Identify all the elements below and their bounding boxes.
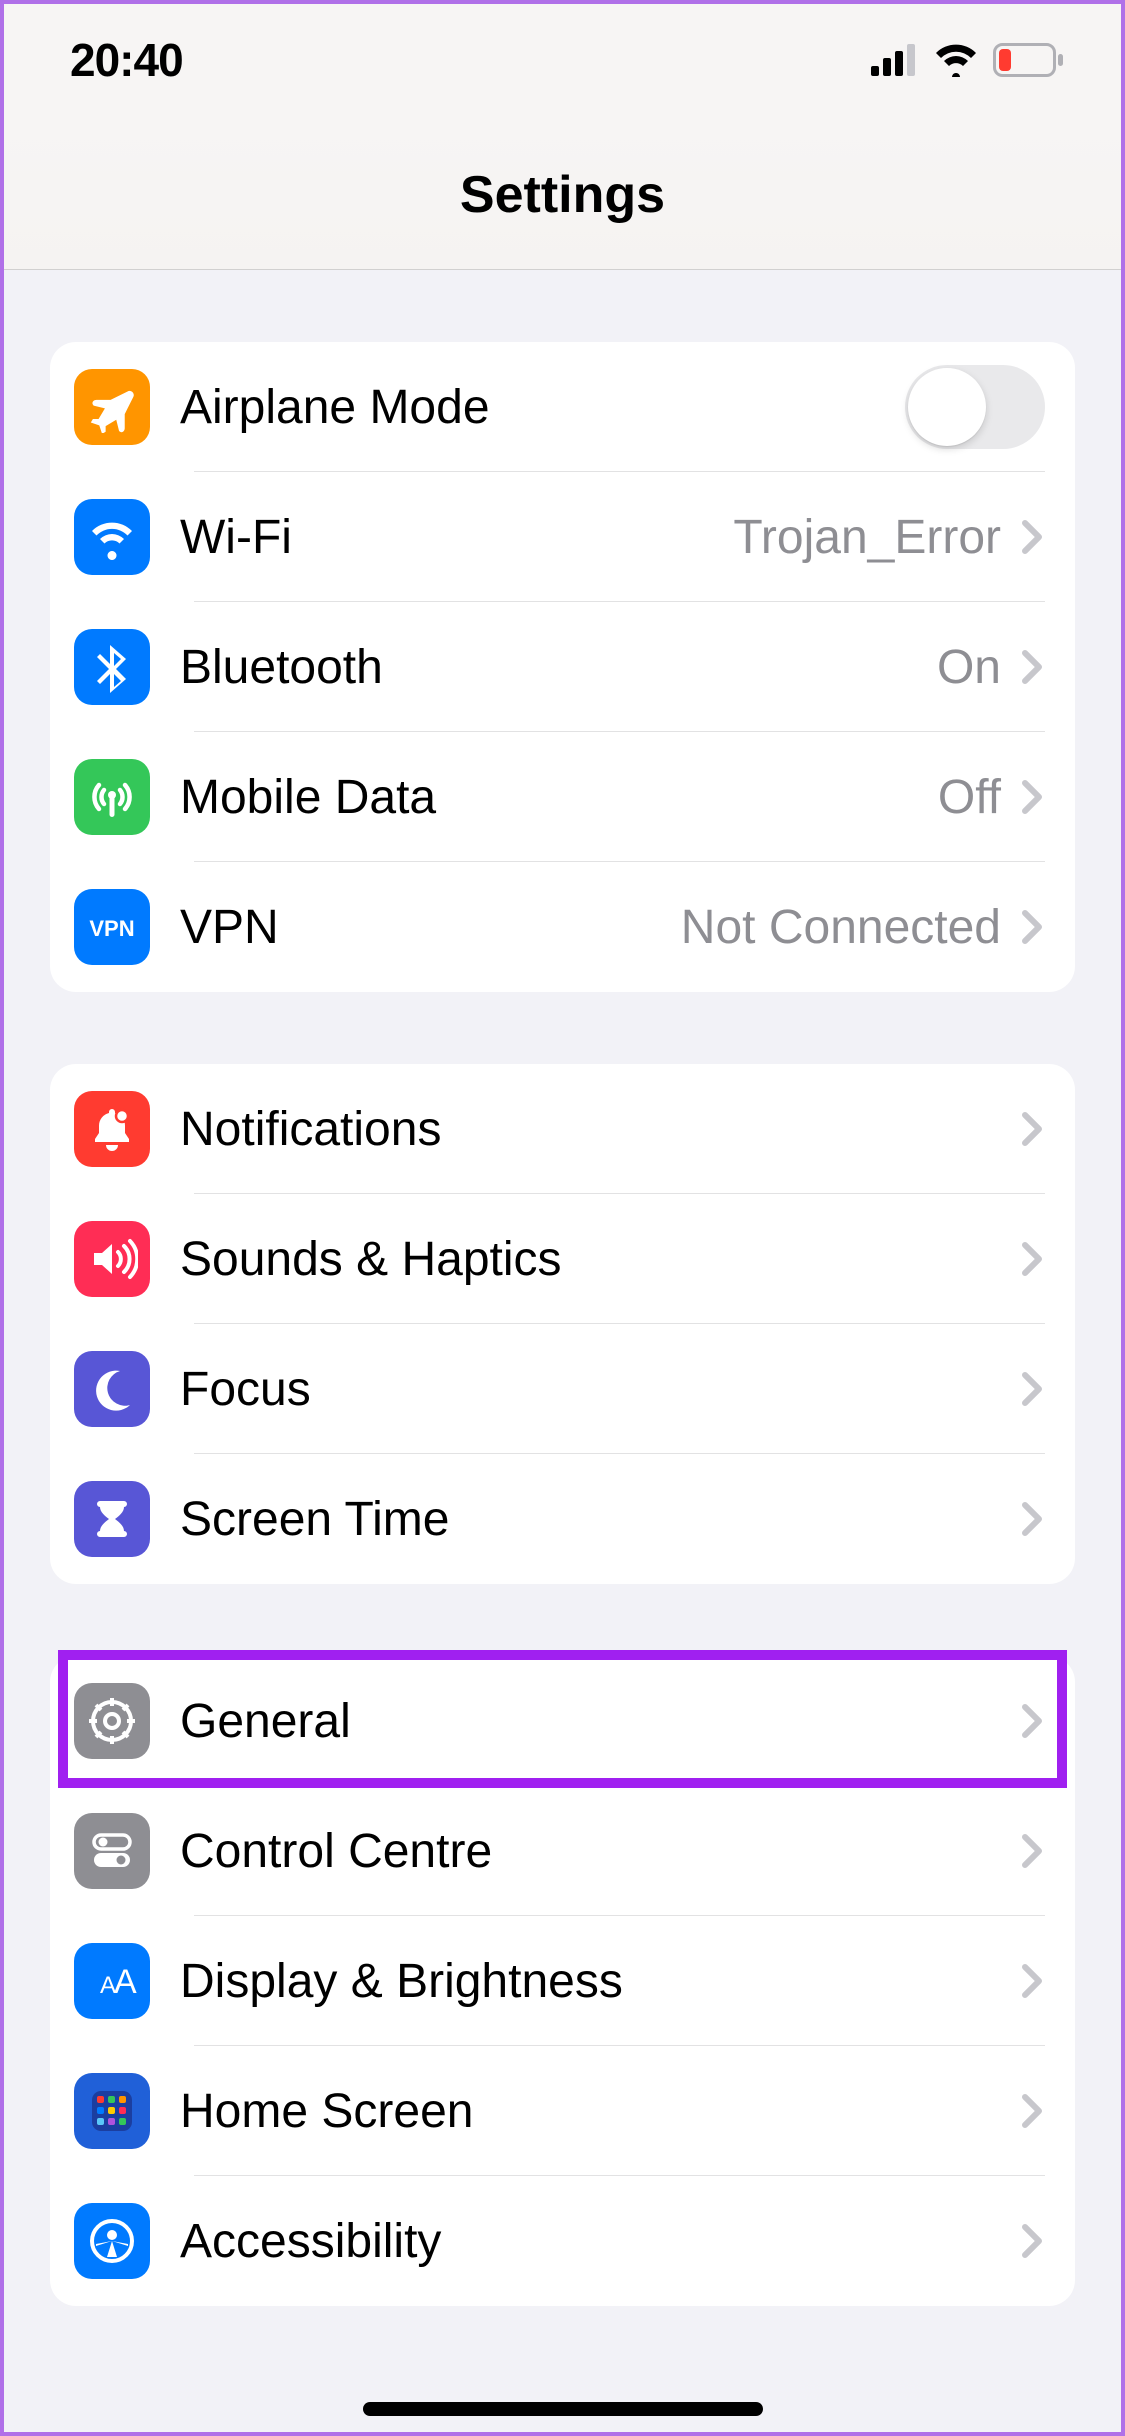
chevron-right-icon bbox=[1019, 517, 1045, 557]
hourglass-icon bbox=[74, 1481, 150, 1557]
svg-text:VPN: VPN bbox=[89, 916, 134, 941]
chevron-right-icon bbox=[1019, 2091, 1045, 2131]
row-label: Home Screen bbox=[180, 2084, 1019, 2139]
settings-row-display[interactable]: AA Display & Brightness bbox=[50, 1916, 1075, 2046]
chevron-right-icon bbox=[1019, 1499, 1045, 1539]
textsize-icon: AA bbox=[74, 1943, 150, 2019]
row-value: Trojan_Error bbox=[733, 510, 1001, 565]
row-label: Wi-Fi bbox=[180, 510, 733, 565]
antenna-icon bbox=[74, 759, 150, 835]
row-label: VPN bbox=[180, 900, 681, 955]
row-label: Control Centre bbox=[180, 1824, 1019, 1879]
bluetooth-icon bbox=[74, 629, 150, 705]
settings-group: General Control Centre AA Display & Brightn… bbox=[50, 1656, 1075, 2306]
grid-icon bbox=[74, 2073, 150, 2149]
chevron-right-icon bbox=[1019, 1701, 1045, 1741]
wifi-icon bbox=[74, 499, 150, 575]
row-label: Accessibility bbox=[180, 2214, 1019, 2269]
speaker-icon bbox=[74, 1221, 150, 1297]
chevron-right-icon bbox=[1019, 1239, 1045, 1279]
row-label: Screen Time bbox=[180, 1492, 1019, 1547]
row-label: Mobile Data bbox=[180, 770, 938, 825]
settings-row-notifications[interactable]: Notifications bbox=[50, 1064, 1075, 1194]
row-label: Focus bbox=[180, 1362, 1019, 1417]
page-title: Settings bbox=[460, 165, 665, 225]
settings-row-bluetooth[interactable]: BluetoothOn bbox=[50, 602, 1075, 732]
settings-row-controlcentre[interactable]: Control Centre bbox=[50, 1786, 1075, 1916]
toggles-icon bbox=[74, 1813, 150, 1889]
row-value: Not Connected bbox=[681, 900, 1001, 955]
toggle-airplane[interactable] bbox=[905, 365, 1045, 449]
chevron-right-icon bbox=[1019, 1369, 1045, 1409]
battery-low-icon bbox=[993, 43, 1065, 77]
settings-group: Airplane ModeWi-FiTrojan_ErrorBluetoothO… bbox=[50, 342, 1075, 992]
status-bar: 20:40 bbox=[0, 0, 1125, 120]
bell-icon bbox=[74, 1091, 150, 1167]
settings-row-screentime[interactable]: Screen Time bbox=[50, 1454, 1075, 1584]
status-time: 20:40 bbox=[70, 33, 183, 87]
svg-text:A: A bbox=[114, 1963, 137, 2001]
settings-row-homescreen[interactable]: Home Screen bbox=[50, 2046, 1075, 2176]
chevron-right-icon bbox=[1019, 1109, 1045, 1149]
chevron-right-icon bbox=[1019, 647, 1045, 687]
row-label: Bluetooth bbox=[180, 640, 937, 695]
row-label: Airplane Mode bbox=[180, 380, 905, 435]
chevron-right-icon bbox=[1019, 2221, 1045, 2261]
settings-row-sounds[interactable]: Sounds & Haptics bbox=[50, 1194, 1075, 1324]
home-indicator[interactable] bbox=[363, 2402, 763, 2416]
row-value: Off bbox=[938, 770, 1001, 825]
gear-icon bbox=[74, 1683, 150, 1759]
moon-icon bbox=[74, 1351, 150, 1427]
nav-bar: Settings bbox=[0, 120, 1125, 270]
row-label: Notifications bbox=[180, 1102, 1019, 1157]
row-label: General bbox=[180, 1694, 1019, 1749]
chevron-right-icon bbox=[1019, 777, 1045, 817]
chevron-right-icon bbox=[1019, 907, 1045, 947]
settings-row-wifi[interactable]: Wi-FiTrojan_Error bbox=[50, 472, 1075, 602]
status-icons bbox=[871, 43, 1065, 77]
settings-row-general[interactable]: General bbox=[50, 1656, 1075, 1786]
settings-row-airplane[interactable]: Airplane Mode bbox=[50, 342, 1075, 472]
settings-row-accessibility[interactable]: Accessibility bbox=[50, 2176, 1075, 2306]
vpn-icon: VPN bbox=[74, 889, 150, 965]
settings-row-vpn[interactable]: VPNVPNNot Connected bbox=[50, 862, 1075, 992]
settings-list[interactable]: Airplane ModeWi-FiTrojan_ErrorBluetoothO… bbox=[0, 342, 1125, 2306]
settings-row-focus[interactable]: Focus bbox=[50, 1324, 1075, 1454]
wifi-status-icon bbox=[933, 43, 979, 77]
row-label: Display & Brightness bbox=[180, 1954, 1019, 2009]
row-value: On bbox=[937, 640, 1001, 695]
chevron-right-icon bbox=[1019, 1961, 1045, 2001]
person-circle-icon bbox=[74, 2203, 150, 2279]
row-label: Sounds & Haptics bbox=[180, 1232, 1019, 1287]
settings-group: Notifications Sounds & Haptics Focus Screen… bbox=[50, 1064, 1075, 1584]
cellular-signal-icon bbox=[871, 44, 919, 76]
chevron-right-icon bbox=[1019, 1831, 1045, 1871]
settings-row-mobiledata[interactable]: Mobile DataOff bbox=[50, 732, 1075, 862]
airplane-icon bbox=[74, 369, 150, 445]
